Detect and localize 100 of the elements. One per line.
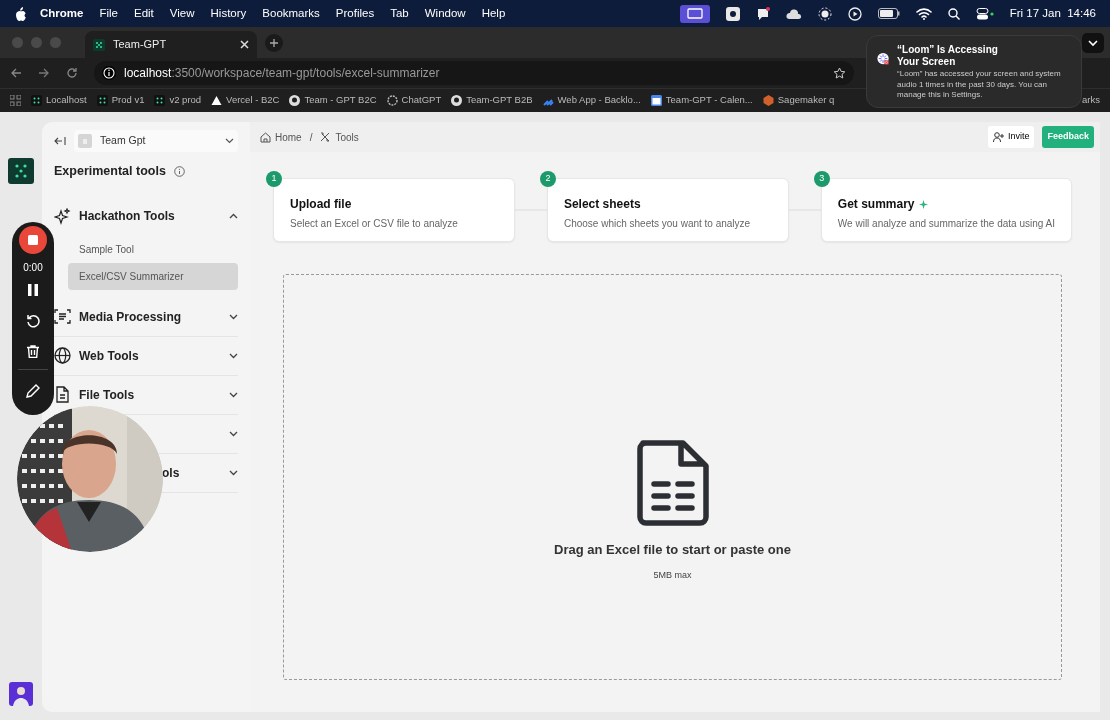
chevron-down-icon[interactable] (229, 313, 238, 320)
sidebar-item[interactable]: Excel/CSV Summarizer (68, 262, 238, 290)
sidebar-group-label[interactable]: File Tools (79, 387, 135, 402)
bookmark[interactable]: Team - GPT B2C (289, 93, 377, 108)
drop-zone[interactable]: Drag an Excel file to start or paste one 5MB max (283, 274, 1062, 680)
sidebar-group-label[interactable]: Web Tools (79, 348, 139, 363)
clock: Fri 17 Jan 14:46 (1009, 5, 1096, 21)
chevron-down-icon[interactable] (229, 430, 238, 437)
step-number: 1 (266, 171, 282, 187)
menu-item[interactable]: Help (473, 4, 514, 23)
menu-item[interactable]: File (91, 4, 126, 23)
sidebar-group-label[interactable]: ols (162, 465, 180, 480)
breadcrumb-link[interactable]: Tools (320, 129, 359, 145)
step-number: 3 (813, 171, 830, 187)
breadcrumb-separator: / (309, 130, 313, 145)
app-icon (96, 95, 108, 106)
bookmark[interactable]: arks (1082, 93, 1100, 108)
chevron-down-icon[interactable] (229, 391, 238, 398)
sidebar-group-label[interactable]: Hackathon Tools (79, 209, 175, 224)
bookmark[interactable]: Team-GPT B2B (451, 93, 533, 108)
tab-search-icon[interactable] (1082, 32, 1104, 53)
info-icon (102, 66, 116, 80)
menu-item[interactable]: Profiles (327, 4, 383, 23)
wifi-icon[interactable] (915, 7, 932, 20)
back-icon[interactable] (10, 67, 22, 79)
cloud-icon[interactable] (785, 6, 802, 21)
chevron-down-icon[interactable] (229, 469, 238, 476)
bookmark[interactable]: Sagemaker q (762, 93, 835, 108)
forward-icon[interactable] (38, 67, 50, 79)
menu-item[interactable]: Tab (382, 4, 417, 23)
drop-zone-hint: 5MB max (653, 568, 692, 582)
new-tab-icon[interactable] (265, 33, 283, 52)
info-icon[interactable] (173, 165, 185, 177)
menu-item[interactable]: Chrome (32, 4, 92, 23)
chevron-up-icon[interactable] (229, 213, 238, 220)
calendar-icon (650, 95, 662, 106)
battery-icon[interactable] (877, 8, 900, 19)
app-icon[interactable] (725, 6, 740, 21)
sidebar-item[interactable]: Sample Tool (68, 235, 238, 263)
triangle-icon (211, 95, 223, 106)
step-description: Select an Excel or CSV file to analyze (290, 217, 459, 231)
bookmark[interactable]: Vercel - B2C (211, 93, 280, 108)
bookmark[interactable]: Prod v1 (96, 93, 145, 108)
step-number: 2 (539, 171, 556, 187)
invite-button[interactable]: Invite (987, 126, 1035, 148)
home-icon (260, 131, 271, 143)
notification-title: “Loom” Is Accessing Your Screen (897, 44, 999, 68)
search-icon[interactable] (947, 7, 960, 20)
play-icon[interactable] (847, 6, 862, 21)
trash-icon[interactable] (27, 345, 39, 358)
chevron-down-icon (225, 138, 234, 144)
avatar-icon[interactable] (9, 682, 33, 706)
logo-icon[interactable] (8, 158, 34, 184)
sidebar-group-label[interactable]: Media Processing (79, 309, 182, 324)
menu-item[interactable]: Window (416, 4, 474, 23)
step-description: We will analyze and summarize the data using AI (837, 217, 1055, 231)
app-icon (31, 95, 42, 106)
bookmark[interactable]: Team-GPT - Calen... (650, 93, 753, 108)
control-center-icon[interactable] (975, 7, 994, 20)
apple-icon (14, 6, 26, 21)
app-icon (154, 95, 166, 106)
bookmark[interactable]: v2 prod (154, 93, 202, 108)
chevron-down-icon[interactable] (229, 352, 238, 359)
step-title: Get summary (837, 196, 915, 213)
menu-item[interactable]: Bookmarks (254, 4, 328, 23)
workspace-selector[interactable]: Team Gpt (74, 130, 238, 152)
section-heading: Experimental tools (54, 163, 166, 180)
step-title: Select sheets (563, 196, 641, 213)
reload-icon[interactable] (66, 67, 78, 79)
logo-icon (93, 38, 105, 51)
recording-time: 0:00 (23, 261, 43, 275)
pause-icon[interactable] (28, 284, 38, 296)
menu-item[interactable]: Edit (126, 4, 162, 23)
step-description: Choose which sheets you want to analyze (563, 217, 752, 231)
menu-item[interactable]: History (202, 4, 255, 23)
bookmark[interactable]: ChatGPT (386, 93, 442, 108)
spreadsheet-file-icon (636, 440, 709, 526)
cube-icon (762, 95, 774, 106)
address-bar[interactable]: localhost:3500/workspace/team-gpt/tools/excel-summarizer (94, 61, 854, 85)
workspace-icon (78, 134, 92, 148)
bookmark[interactable]: Localhost (31, 93, 87, 108)
breadcrumb-link[interactable]: Home (260, 129, 302, 145)
stop-record-icon[interactable] (18, 225, 48, 255)
restart-icon[interactable] (26, 314, 40, 328)
brightness-icon[interactable] (817, 6, 832, 21)
screen-share-icon[interactable] (679, 4, 710, 23)
bookmark[interactable]: Web App - Backlo... (542, 93, 641, 108)
chat-icon[interactable] (755, 6, 770, 21)
apps-grid-icon[interactable] (10, 95, 21, 106)
document-icon (54, 386, 71, 404)
step-title: Upload file (290, 196, 352, 213)
menu-item[interactable]: View (161, 4, 203, 23)
sparkle-icon (54, 207, 71, 225)
close-icon[interactable] (240, 40, 249, 49)
browser-tab[interactable]: Team-GPT (85, 31, 257, 58)
star-icon[interactable] (833, 66, 846, 80)
notification-text: “Loom” has accessed your screen and system audio 1 times in the past 30 days. You can manage this in Settings. (897, 69, 1062, 101)
collapse-icon[interactable] (54, 136, 66, 146)
add-user-icon (992, 132, 1004, 142)
pencil-icon[interactable] (26, 384, 40, 398)
